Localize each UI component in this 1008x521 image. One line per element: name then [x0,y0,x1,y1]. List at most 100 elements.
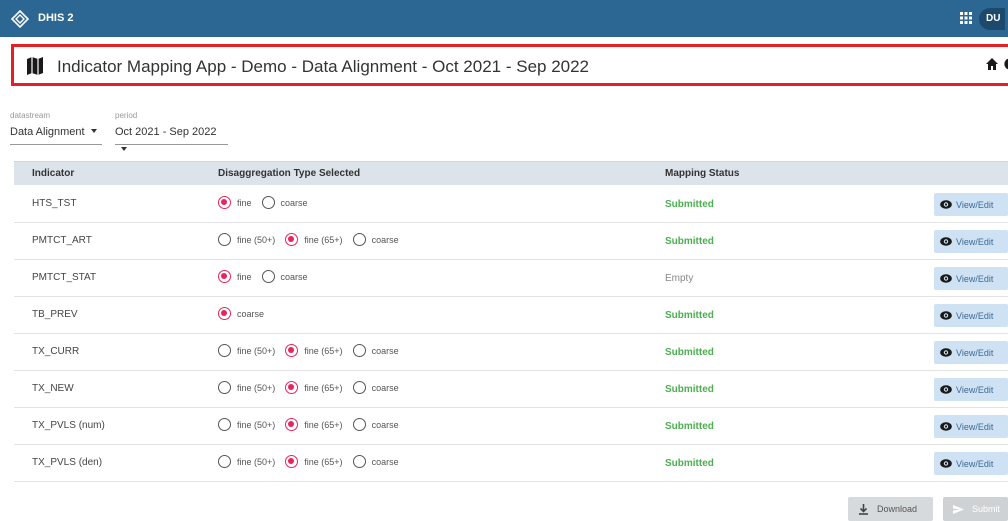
radio-unselected-icon[interactable] [218,233,231,246]
radio-unselected-icon[interactable] [352,233,366,246]
radio-unselected-icon[interactable] [218,418,231,431]
table-row: PMTCT_STAT fine coarse Empty View/Edit [14,260,1008,297]
radio-option-label: coarse [237,308,265,319]
radio-unselected-icon[interactable] [218,344,231,357]
disaggregation-radio-option[interactable]: coarse [352,381,399,394]
period-label: period [115,111,138,120]
radio-unselected-icon[interactable] [352,381,366,394]
disaggregation-radio-option[interactable]: fine (50+) [218,418,275,431]
radio-unselected-icon[interactable] [261,270,275,283]
disaggregation-radio-group: fine (50+) fine (65+) coarse [218,455,409,468]
submit-button[interactable]: Submit [943,497,1008,521]
radio-unselected-icon[interactable] [352,344,366,357]
radio-unselected-icon[interactable] [352,455,366,468]
radio-selected-icon[interactable] [285,344,299,357]
apps-grid-icon[interactable] [960,12,972,24]
radio-selected-icon[interactable] [218,196,231,209]
period-underline [115,144,228,145]
download-label: Download [877,504,918,514]
mapping-status: Submitted [665,421,714,432]
indicator-name: TX_PVLS (den) [32,457,103,468]
disaggregation-radio-option[interactable]: fine (50+) [218,344,275,357]
radio-unselected-icon[interactable] [261,196,275,209]
radio-option-label: fine (65+) [304,345,343,356]
disaggregation-radio-option[interactable]: coarse [261,196,308,209]
disaggregation-radio-option[interactable]: coarse [352,455,399,468]
radio-unselected-icon[interactable] [218,381,231,394]
disaggregation-radio-option[interactable]: coarse [352,418,399,431]
view-edit-button[interactable]: View/Edit [934,378,1008,401]
datastream-selector[interactable]: datastream Data Alignment [10,111,102,145]
caret-down-icon [121,146,127,151]
period-value: Oct 2021 - Sep 2022 [115,126,217,138]
radio-selected-icon[interactable] [285,418,299,431]
map-icon [27,57,43,75]
home-icon[interactable] [985,57,999,71]
view-edit-label: View/Edit [956,273,994,284]
disaggregation-radio-option[interactable]: fine (50+) [218,233,275,246]
table-row: TX_NEW fine (50+) fine (65+) coarse Submitte… [14,371,1008,408]
disaggregation-radio-option[interactable]: fine (65+) [285,418,343,431]
disaggregation-radio-option[interactable]: coarse [261,270,308,283]
disaggregation-radio-option[interactable]: fine [218,196,252,209]
eye-icon [940,385,952,394]
indicator-name: PMTCT_ART [32,235,92,246]
radio-selected-icon[interactable] [218,307,231,320]
radio-unselected-icon[interactable] [352,418,366,431]
mapping-status: Submitted [665,236,714,247]
radio-option-label: fine [237,197,252,208]
mapping-status: Submitted [665,384,714,395]
mapping-status: Submitted [665,199,714,210]
table-row: PMTCT_ART fine (50+) fine (65+) coarse Submi… [14,223,1008,260]
radio-option-label: coarse [371,345,399,356]
radio-option-label: coarse [371,456,399,467]
eye-icon [940,348,952,357]
radio-selected-icon[interactable] [218,270,231,283]
disaggregation-radio-group: fine (50+) fine (65+) coarse [218,233,409,246]
disaggregation-radio-option[interactable]: coarse [352,233,399,246]
table-row: TX_PVLS (den) fine (50+) fine (65+) coarse S… [14,445,1008,482]
page-title: Indicator Mapping App - Demo - Data Alig… [57,57,590,76]
view-edit-button[interactable]: View/Edit [934,267,1008,290]
radio-option-label: fine (65+) [304,234,343,245]
disaggregation-radio-group: fine (50+) fine (65+) coarse [218,418,409,431]
view-edit-label: View/Edit [956,347,994,358]
download-button[interactable]: Download [848,497,933,521]
datastream-label: datastream [10,111,51,120]
view-edit-button[interactable]: View/Edit [934,193,1008,216]
radio-selected-icon[interactable] [285,381,299,394]
radio-selected-icon[interactable] [285,233,299,246]
disaggregation-radio-option[interactable]: fine (65+) [285,381,343,394]
disaggregation-radio-option[interactable]: fine (65+) [285,344,343,357]
indicator-name: TX_CURR [32,346,80,357]
radio-unselected-icon[interactable] [218,455,231,468]
page-title-bar: Indicator Mapping App - Demo - Data Alig… [11,44,1008,86]
disaggregation-radio-option[interactable]: fine (65+) [285,233,343,246]
mapping-status: Empty [665,273,694,284]
view-edit-label: View/Edit [956,384,994,395]
view-edit-label: View/Edit [956,458,994,469]
view-edit-button[interactable]: View/Edit [934,415,1008,438]
disaggregation-radio-group: fine coarse [218,196,318,209]
caret-down-icon [90,128,97,133]
table-row: HTS_TST fine coarse Submitted View/Edit [14,186,1008,223]
help-icon[interactable]: ? [1004,56,1008,72]
header-indicator: Indicator [32,168,75,179]
view-edit-button[interactable]: View/Edit [934,452,1008,475]
radio-selected-icon[interactable] [285,455,299,468]
eye-icon [940,422,952,431]
datastream-value: Data Alignment [10,126,85,138]
period-selector[interactable]: period Oct 2021 - Sep 2022 [115,111,228,158]
view-edit-button[interactable]: View/Edit [934,341,1008,364]
disaggregation-radio-option[interactable]: fine (65+) [285,455,343,468]
user-avatar[interactable]: DU [979,8,1005,30]
table-header: Indicator Disaggregation Type Selected M… [14,161,1008,185]
disaggregation-radio-option[interactable]: coarse [352,344,399,357]
dhis2-logo-icon[interactable] [11,10,29,28]
view-edit-button[interactable]: View/Edit [934,304,1008,327]
disaggregation-radio-option[interactable]: fine (50+) [218,455,275,468]
disaggregation-radio-option[interactable]: fine (50+) [218,381,275,394]
view-edit-button[interactable]: View/Edit [934,230,1008,253]
disaggregation-radio-option[interactable]: fine [218,270,252,283]
disaggregation-radio-option[interactable]: coarse [218,307,264,320]
